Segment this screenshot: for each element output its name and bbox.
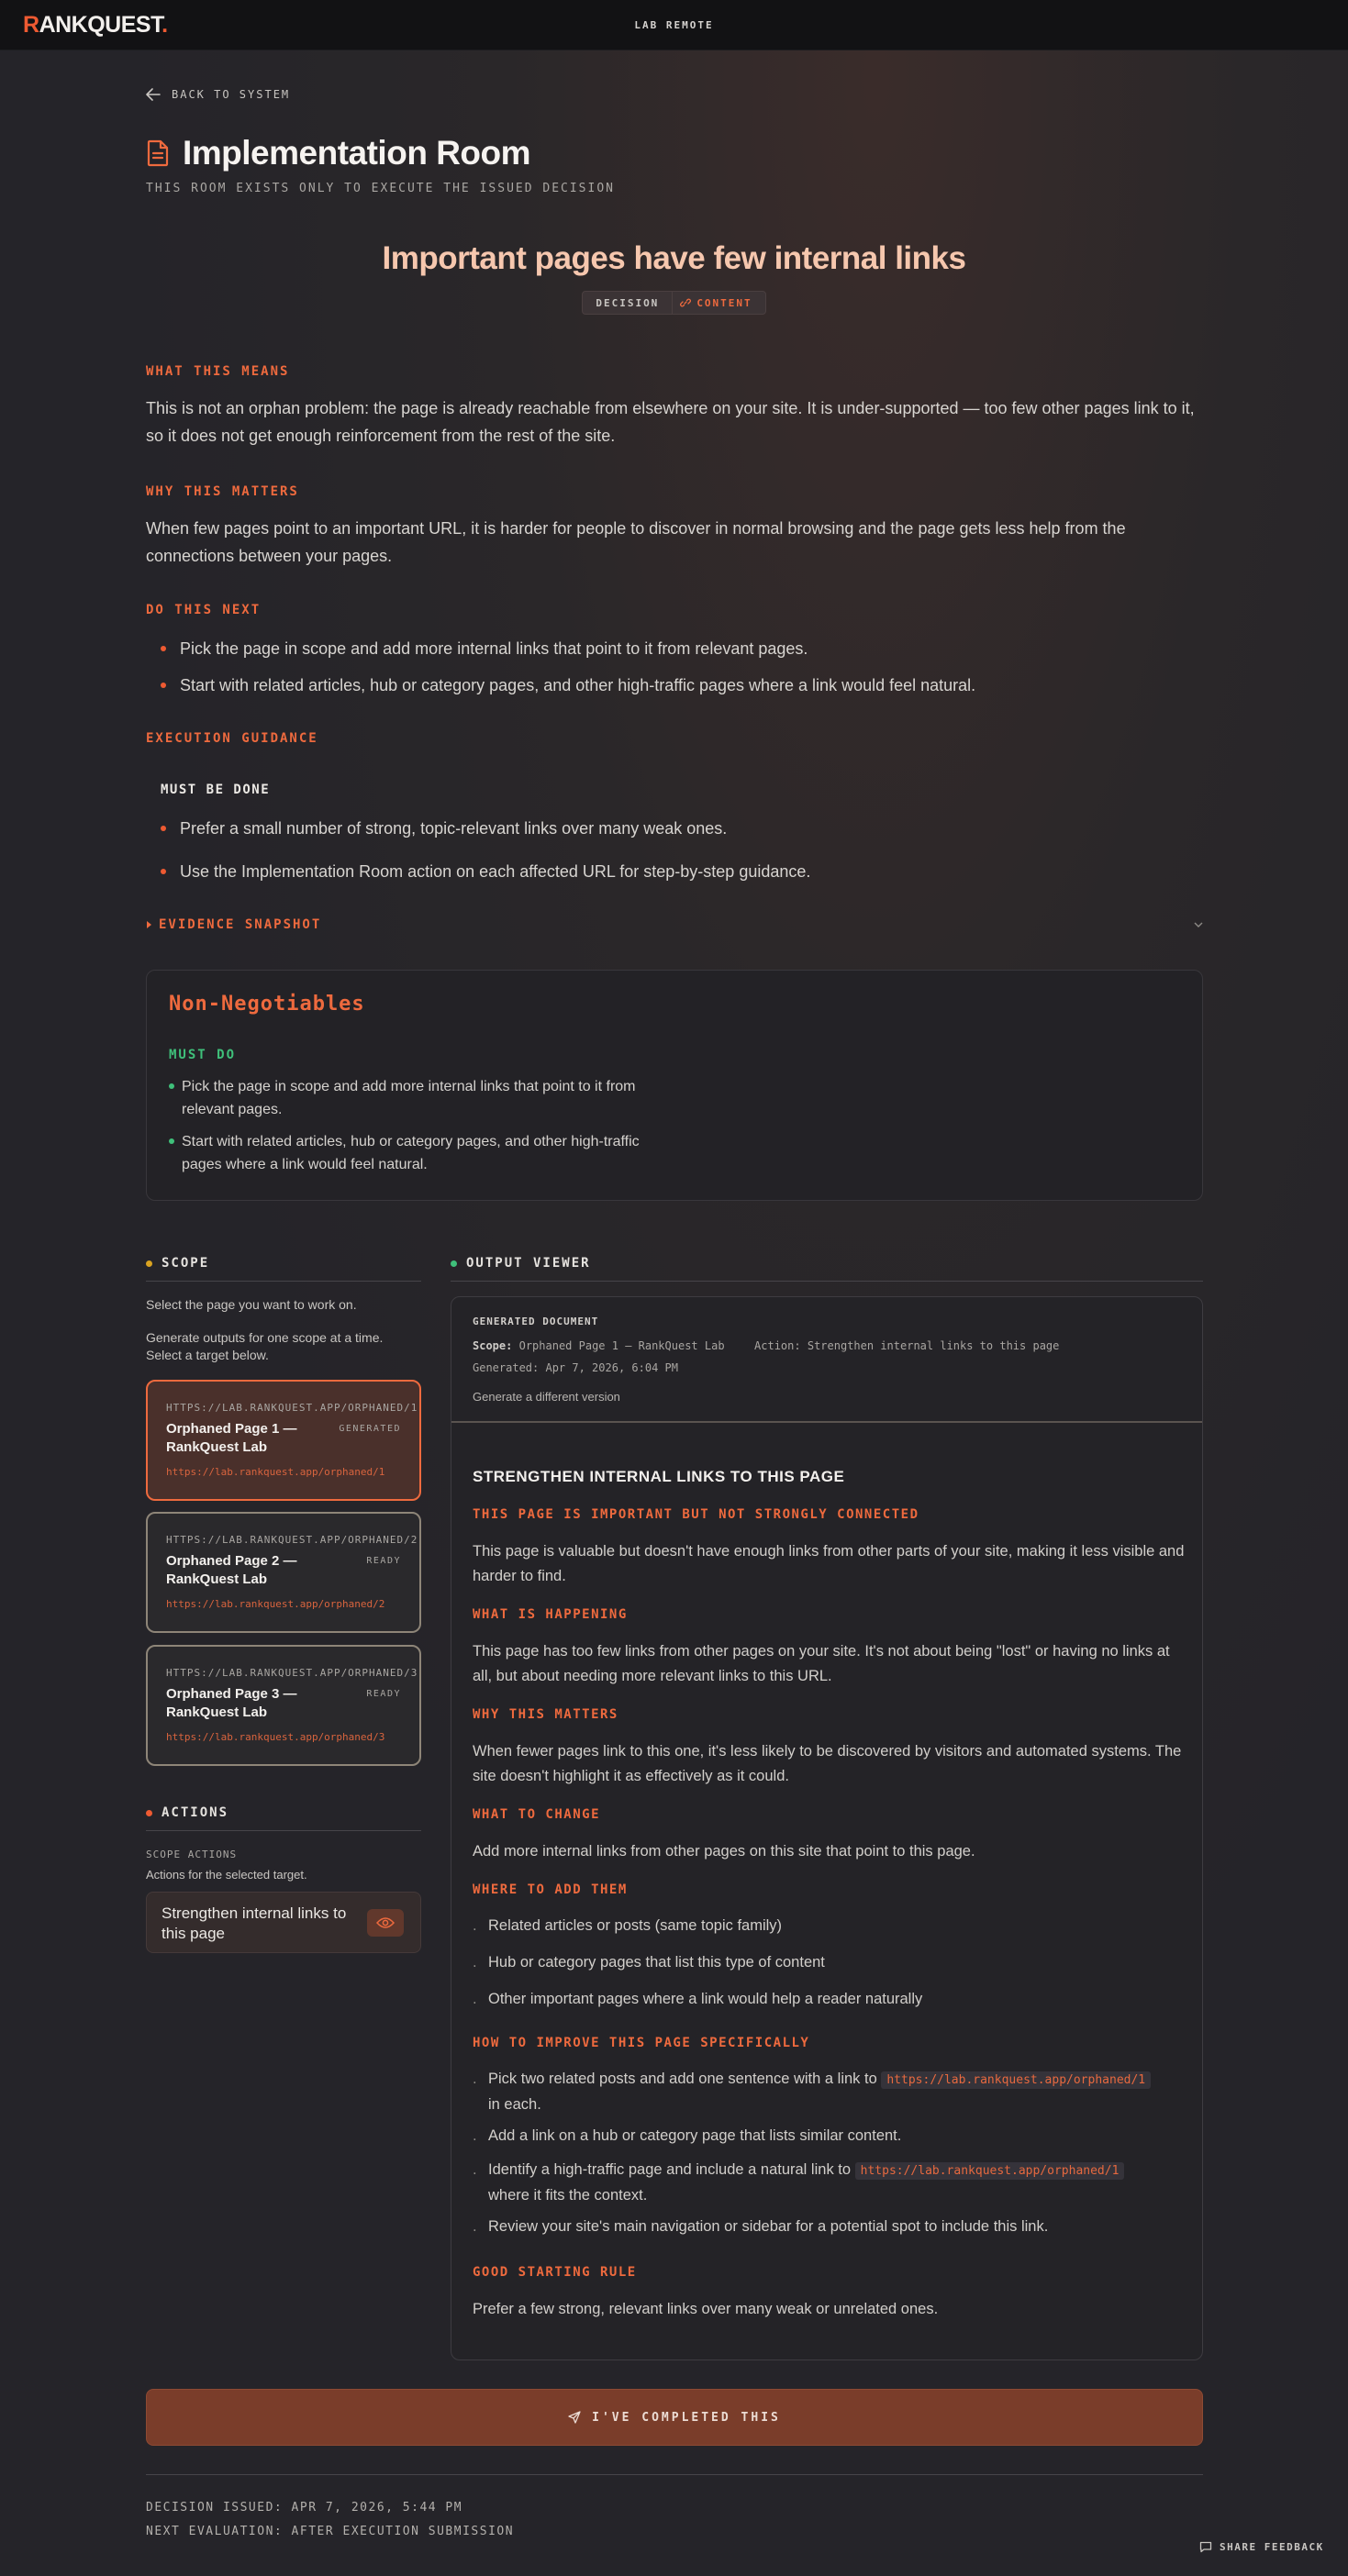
scope-card-1[interactable]: HTTPS://LAB.RANKQUEST.APP/ORPHANED/1 Orp… — [146, 1380, 421, 1501]
strengthen-links-action-button[interactable]: Strengthen internal links to this page — [146, 1892, 421, 1953]
scope-card-2[interactable]: HTTPS://LAB.RANKQUEST.APP/ORPHANED/2 Orp… — [146, 1512, 421, 1633]
evidence-snapshot-toggle[interactable]: EVIDENCE SNAPSHOT — [146, 917, 1203, 932]
arrow-left-icon — [146, 88, 161, 101]
list-item: Start with related articles, hub or cate… — [169, 1130, 664, 1176]
must-do-list: Pick the page in scope and add more inte… — [169, 1075, 664, 1185]
chat-icon — [1199, 2541, 1212, 2553]
decision-headline: Important pages have few internal links — [382, 240, 966, 276]
decision-badge-wrap: DECISION CONTENT — [0, 291, 1348, 315]
status-badge: READY — [366, 1689, 401, 1699]
actions-hint: Actions for the selected target. — [146, 1868, 307, 1882]
scope-intro: Select the page you want to work on. — [146, 1297, 357, 1312]
scope-hint: Generate outputs for one scope at a time… — [146, 1330, 384, 1362]
scope-card-3[interactable]: HTTPS://LAB.RANKQUEST.APP/ORPHANED/3 Orp… — [146, 1645, 421, 1766]
chevron-down-icon — [1194, 922, 1203, 927]
document-title: STRENGTHEN INTERNAL LINKS TO THIS PAGE — [473, 1468, 845, 1485]
do-this-next-label: DO THIS NEXT — [146, 603, 262, 617]
list-item: Prefer a small number of strong, topic-r… — [146, 816, 1210, 840]
non-negotiables-card: Non-Negotiables MUST DO Pick the page in… — [146, 970, 1203, 1201]
must-do-label: MUST DO — [169, 1048, 237, 1062]
page-subtitle: THIS ROOM EXISTS ONLY TO EXECUTE THE ISS… — [146, 182, 615, 195]
do-this-next-list: Pick the page in scope and add more inte… — [146, 637, 1210, 697]
list-item: Start with related articles, hub or cate… — [146, 673, 1210, 697]
status-badge: READY — [366, 1556, 401, 1566]
top-bar: RANKQUEST. LAB REMOTE — [0, 0, 1348, 50]
caret-right-icon — [147, 921, 151, 928]
why-this-matters-text: When few pages point to an important URL… — [146, 519, 1126, 565]
where-to-add-list: Related articles or posts (same topic fa… — [473, 1914, 1188, 2011]
output-document-card: GENERATED DOCUMENT Scope: Orphaned Page … — [451, 1296, 1203, 2360]
list-item: Add a link on a hub or category page tha… — [473, 2124, 1188, 2148]
document-meta: GENERATED DOCUMENT Scope: Orphaned Page … — [451, 1297, 1202, 1423]
scope-header: SCOPE — [146, 1256, 209, 1271]
eye-icon[interactable] — [367, 1909, 404, 1937]
list-item: Pick the page in scope and add more inte… — [146, 637, 1210, 661]
list-item: Identify a high-traffic page and include… — [473, 2158, 1188, 2207]
link-icon — [680, 298, 692, 307]
list-item: Pick the page in scope and add more inte… — [169, 1075, 664, 1121]
divider — [146, 2474, 1203, 2475]
how-to-improve-list: Pick two related posts and add one sente… — [473, 2067, 1188, 2238]
list-item: Use the Implementation Room action on ea… — [146, 860, 1210, 883]
actions-header: ACTIONS — [146, 1805, 228, 1820]
execution-guidance-list: Prefer a small number of strong, topic-r… — [146, 816, 1210, 883]
page-title-row: Implementation Room — [146, 134, 531, 172]
list-item: Hub or category pages that list this typ… — [473, 1950, 1188, 1974]
must-be-done-label: MUST BE DONE — [161, 783, 271, 797]
regenerate-link[interactable]: Generate a different version — [473, 1390, 620, 1404]
share-feedback-button[interactable]: SHARE FEEDBACK — [1199, 2541, 1324, 2553]
what-this-means-text: This is not an orphan problem: the page … — [146, 399, 1195, 445]
environment-label: LAB REMOTE — [634, 19, 714, 31]
list-item: Other important pages where a link would… — [473, 1987, 1188, 2011]
page-title: Implementation Room — [183, 134, 531, 172]
scope-actions-label: SCOPE ACTIONS — [146, 1849, 238, 1860]
list-item: Review your site's main navigation or si… — [473, 2215, 1188, 2238]
status-dot-icon — [146, 1260, 152, 1267]
output-viewer-header: OUTPUT VIEWER — [451, 1256, 591, 1271]
list-item: Related articles or posts (same topic fa… — [473, 1914, 1188, 1938]
status-dot-icon — [146, 1809, 152, 1816]
status-dot-icon — [451, 1260, 457, 1267]
next-evaluation-text: NEXT EVALUATION: AFTER EXECUTION SUBMISS… — [146, 2525, 515, 2538]
document-icon — [147, 139, 169, 167]
completed-button[interactable]: I'VE COMPLETED THIS — [146, 2389, 1203, 2446]
list-item: Pick two related posts and add one sente… — [473, 2067, 1188, 2116]
why-this-matters-label: WHY THIS MATTERS — [146, 484, 299, 499]
execution-guidance-label: EXECUTION GUIDANCE — [146, 731, 318, 746]
back-to-system-link[interactable]: BACK TO SYSTEM — [146, 88, 290, 101]
send-icon — [568, 2411, 581, 2424]
decision-issued-text: DECISION ISSUED: APR 7, 2026, 5:44 PM — [146, 2501, 463, 2515]
non-negotiables-title: Non-Negotiables — [169, 993, 365, 1016]
divider — [146, 1281, 421, 1282]
divider — [451, 1281, 1203, 1282]
divider — [146, 1830, 421, 1831]
what-this-means-label: WHAT THIS MEANS — [146, 364, 290, 379]
decision-badge: DECISION CONTENT — [582, 291, 766, 315]
status-badge: GENERATED — [339, 1424, 401, 1434]
